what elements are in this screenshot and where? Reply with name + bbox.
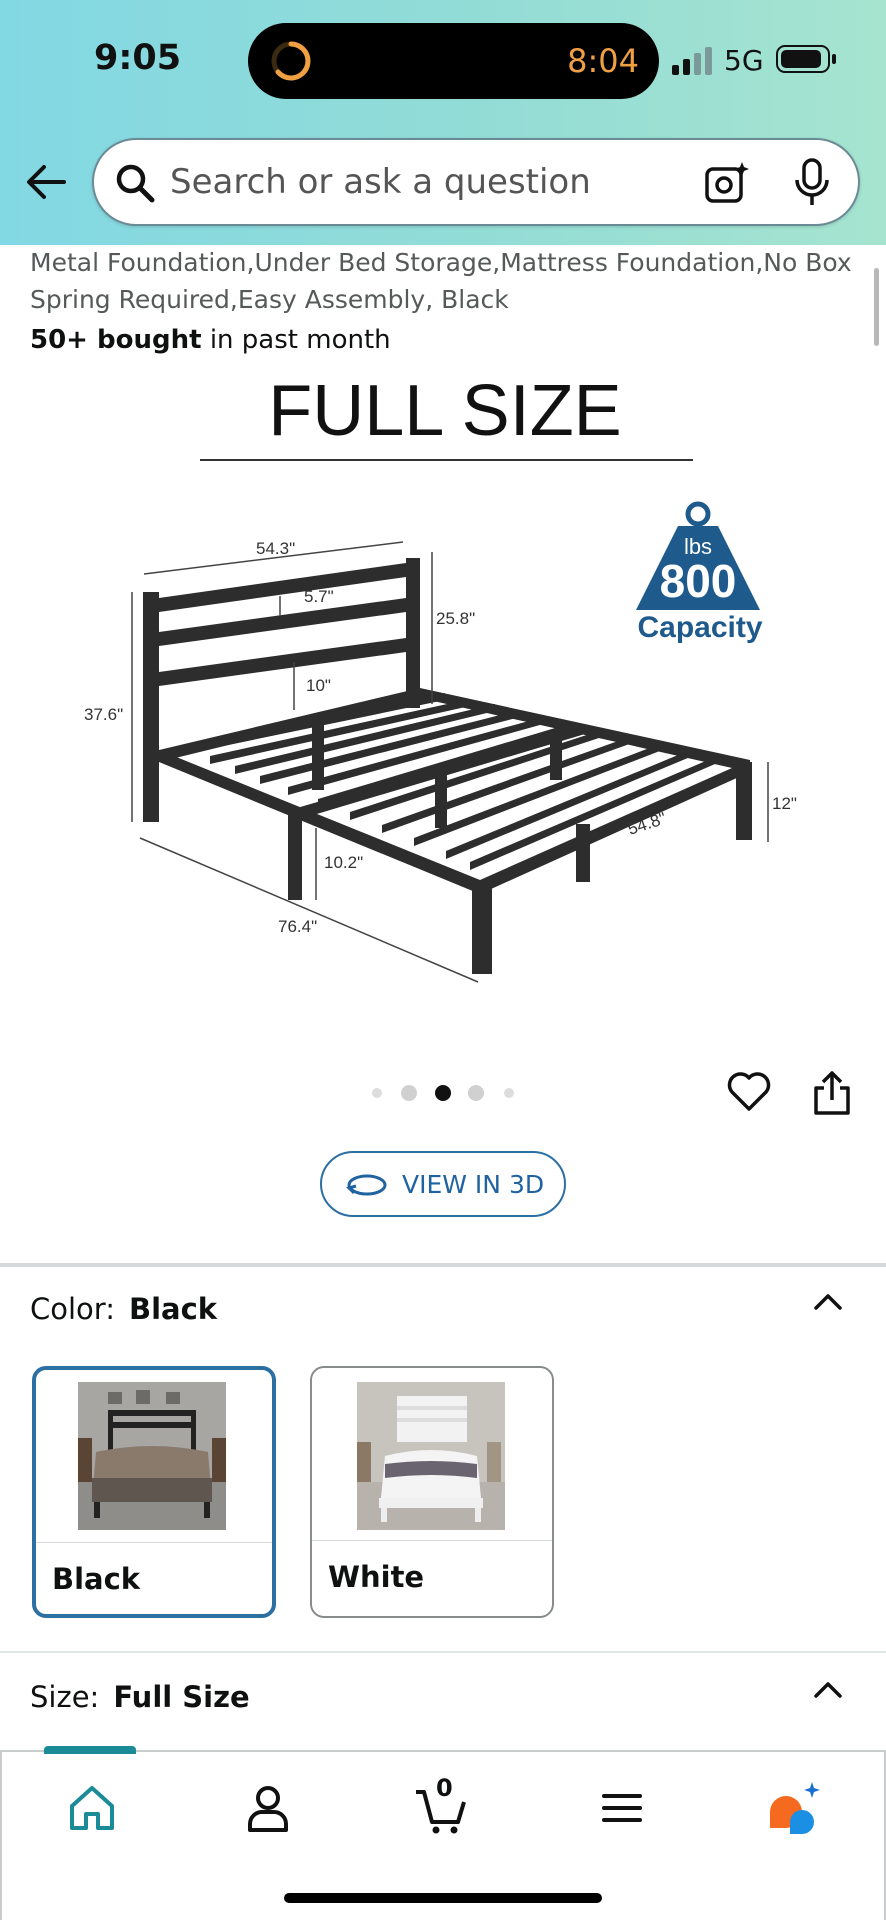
view-in-3d-button[interactable]: VIEW IN 3D xyxy=(320,1151,566,1217)
color-option-label: White xyxy=(328,1560,425,1594)
camera-search-icon[interactable] xyxy=(704,160,750,206)
scroll-indicator xyxy=(874,268,879,346)
black-bed-thumbnail xyxy=(78,1382,226,1530)
status-time: 9:05 xyxy=(94,38,182,78)
cart-count: 0 xyxy=(436,1774,453,1802)
view-in-3d-label: VIEW IN 3D xyxy=(402,1170,545,1199)
search-bar[interactable]: Search or ask a question xyxy=(92,138,860,226)
dim-clearance: 10" xyxy=(306,676,331,695)
color-label: Color: xyxy=(30,1292,115,1326)
image-heading: FULL SIZE xyxy=(268,371,621,451)
signal-icon xyxy=(672,47,712,75)
bought-count-bold: 50+ bought xyxy=(30,325,202,355)
share-icon[interactable] xyxy=(812,1070,852,1116)
swatch-divider xyxy=(312,1540,552,1541)
color-heading[interactable]: Color: Black xyxy=(30,1292,217,1326)
active-tab-indicator xyxy=(44,1746,136,1754)
section-divider xyxy=(0,1651,886,1653)
color-value: Black xyxy=(128,1292,218,1326)
search-input[interactable]: Search or ask a question xyxy=(170,162,591,202)
color-option-black[interactable]: Black xyxy=(32,1366,276,1618)
rufus-assistant-icon[interactable] xyxy=(764,1778,824,1838)
dynamic-island: 8:04 xyxy=(248,23,659,99)
menu-icon[interactable] xyxy=(592,1778,652,1838)
swatch-divider xyxy=(36,1542,272,1543)
dim-leg-height: 10.2" xyxy=(324,853,363,872)
account-icon[interactable] xyxy=(238,1778,298,1838)
color-option-label: Black xyxy=(52,1562,141,1596)
carousel-dots[interactable] xyxy=(368,1083,518,1103)
dim-headboard: 25.8" xyxy=(436,609,475,628)
rotate-3d-icon xyxy=(346,1174,387,1196)
island-timer: 8:04 xyxy=(567,42,639,80)
product-image[interactable]: FULL SIZE lbs 800 Capacity 54.3" 5.7" 25… xyxy=(60,370,850,1000)
dim-total-height: 37.6" xyxy=(84,705,123,724)
microphone-icon[interactable] xyxy=(794,158,830,208)
badge-value: 800 xyxy=(660,555,737,607)
color-option-white[interactable]: White xyxy=(310,1366,554,1618)
home-icon[interactable] xyxy=(62,1778,122,1838)
timer-ring-icon xyxy=(271,41,311,81)
chevron-up-icon[interactable] xyxy=(812,1290,844,1314)
bought-count-rest: in past month xyxy=(201,325,391,355)
battery-icon xyxy=(776,45,836,73)
dim-length: 76.4" xyxy=(278,917,317,936)
section-divider xyxy=(0,1263,886,1267)
dim-rail-gap: 5.7" xyxy=(304,587,334,606)
dim-width-head: 54.3" xyxy=(256,539,295,558)
capacity-badge: lbs 800 Capacity xyxy=(636,501,763,644)
dim-foot-height: 12" xyxy=(772,794,797,813)
chevron-up-icon[interactable] xyxy=(812,1678,844,1702)
white-bed-thumbnail xyxy=(357,1382,505,1530)
network-label: 5G xyxy=(724,44,764,77)
search-icon xyxy=(116,164,155,203)
heart-icon[interactable] xyxy=(726,1068,772,1114)
home-indicator xyxy=(284,1893,602,1903)
bought-count: 50+ bought in past month xyxy=(30,325,391,355)
top-header: 9:05 8:04 5G Search or ask a question xyxy=(0,0,886,245)
size-label: Size: xyxy=(30,1680,100,1714)
size-value: Full Size xyxy=(113,1680,250,1714)
badge-label: Capacity xyxy=(637,611,762,644)
back-arrow-icon[interactable] xyxy=(24,162,68,202)
size-heading[interactable]: Size: Full Size xyxy=(30,1680,250,1714)
product-title[interactable]: Metal Foundation,Under Bed Storage,Mattr… xyxy=(30,244,860,318)
